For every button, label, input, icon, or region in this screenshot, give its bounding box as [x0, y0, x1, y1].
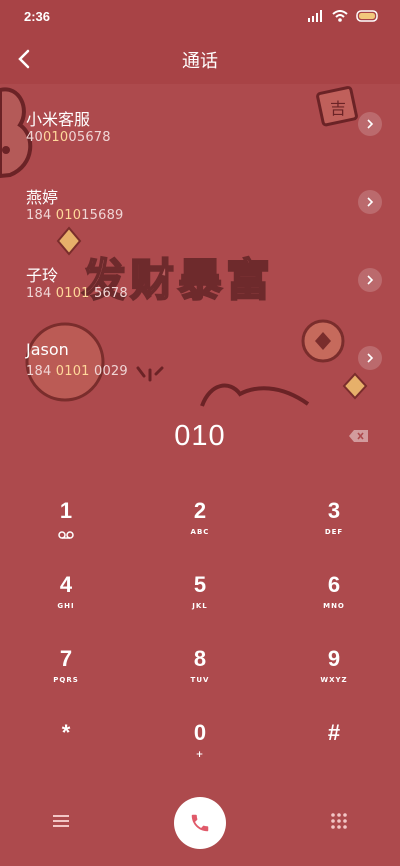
contact-name: Jason [26, 340, 69, 359]
status-bar: 2:36 [0, 0, 400, 34]
contact-number: 184 0101 0029 [26, 364, 128, 379]
contact-name: 小米客服 [26, 110, 91, 129]
dialpad-grid-icon[interactable] [330, 812, 348, 830]
dialed-number: 010 [174, 420, 226, 452]
voicemail-icon [58, 531, 74, 539]
key-1[interactable]: 1 [16, 498, 116, 558]
signal-icon [308, 10, 322, 22]
contact-detail-button[interactable] [358, 112, 382, 136]
key-8[interactable]: 8 TUV [150, 646, 250, 706]
backspace-icon[interactable] [348, 428, 370, 444]
contact-item[interactable]: 燕婷 184 01015689 [0, 170, 400, 230]
menu-icon[interactable] [50, 812, 72, 830]
key-hash[interactable]: # [284, 720, 384, 780]
contact-number: 184 01015689 [26, 208, 124, 223]
contact-detail-button[interactable] [358, 268, 382, 292]
chevron-right-icon [367, 275, 374, 285]
contact-detail-button[interactable] [358, 346, 382, 370]
chevron-right-icon [367, 353, 374, 363]
key-4[interactable]: 4 GHI [16, 572, 116, 632]
key-7[interactable]: 7 PQRS [16, 646, 116, 706]
page-title: 通话 [182, 51, 218, 71]
wifi-icon [332, 10, 348, 22]
key-star[interactable]: * [16, 720, 116, 780]
contact-name: 子玲 [26, 266, 59, 285]
key-6[interactable]: 6 MNO [284, 572, 384, 632]
chevron-right-icon [367, 197, 374, 207]
contact-number: 4001005678 [26, 130, 111, 145]
contact-name: 燕婷 [26, 188, 59, 207]
key-0[interactable]: 0 + [150, 720, 250, 780]
key-2[interactable]: 2 ABC [150, 498, 250, 558]
contact-item[interactable]: Jason 184 0101 0029 [0, 326, 400, 386]
key-5[interactable]: 5 JKL [150, 572, 250, 632]
contact-item[interactable]: 小米客服 4001005678 [0, 92, 400, 152]
contact-number: 184 0101 5678 [26, 286, 128, 301]
chevron-right-icon [367, 119, 374, 129]
status-icons [308, 10, 380, 22]
key-9[interactable]: 9 WXYZ [284, 646, 384, 706]
battery-icon [356, 10, 378, 22]
call-button[interactable] [174, 797, 226, 849]
contact-detail-button[interactable] [358, 190, 382, 214]
key-3[interactable]: 3 DEF [284, 498, 384, 558]
header-bar: 通话 [0, 34, 400, 84]
bottom-bar [0, 790, 400, 866]
contact-item[interactable]: 子玲 184 0101 5678 [0, 248, 400, 308]
phone-icon [191, 814, 209, 832]
status-time: 2:36 [24, 9, 51, 24]
